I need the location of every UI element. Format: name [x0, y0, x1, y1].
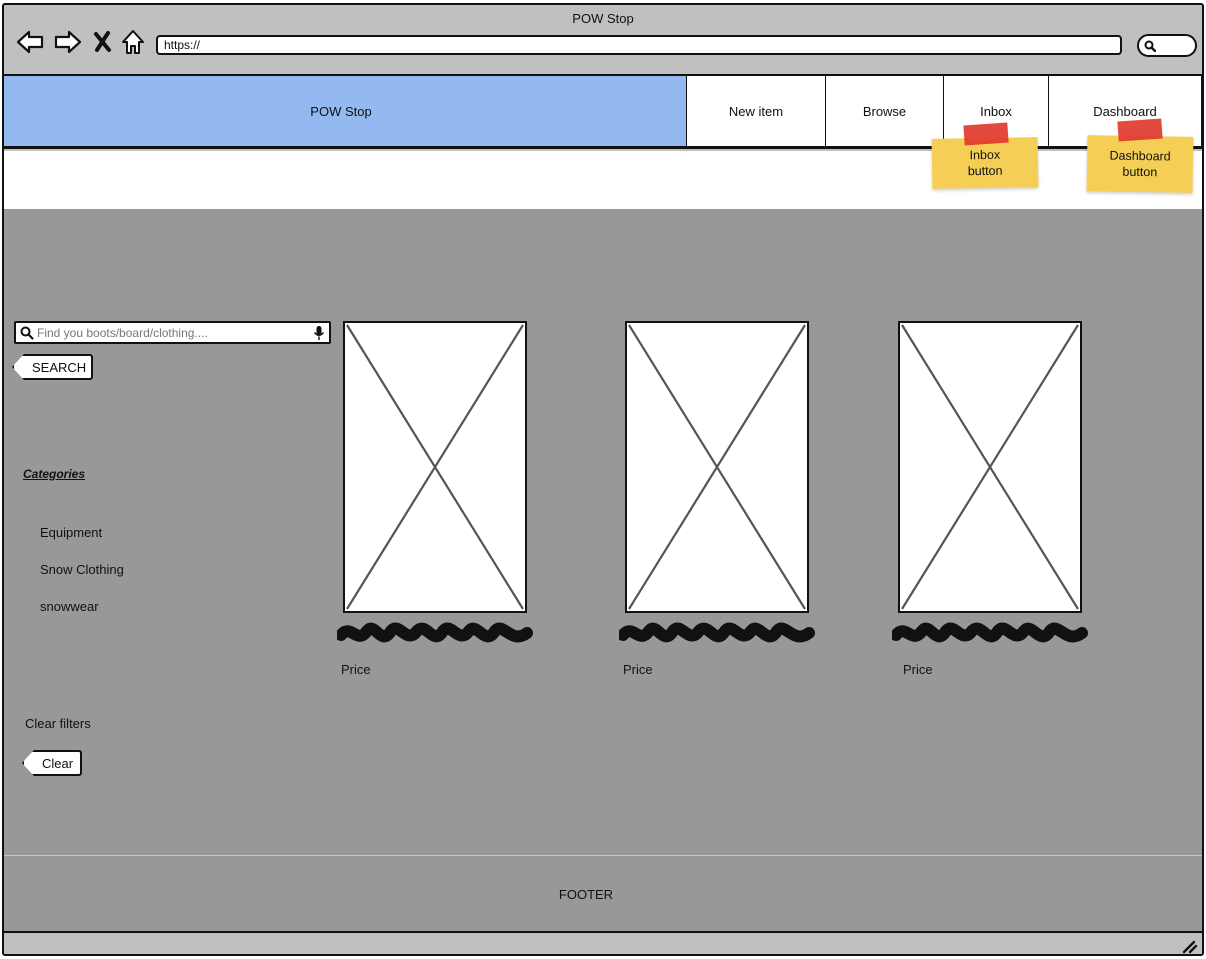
- clear-button[interactable]: Clear: [22, 750, 82, 776]
- browser-search-box[interactable]: [1137, 34, 1197, 57]
- annotation-tape: [1117, 118, 1163, 142]
- annotation-text-line2: button: [967, 163, 1003, 179]
- placeholder-image-icon: [901, 324, 1079, 610]
- search-button[interactable]: SEARCH: [12, 354, 93, 380]
- product-price: Price: [341, 662, 371, 677]
- annotation-text-line1: Inbox: [969, 147, 1001, 163]
- product-image-placeholder: [625, 321, 809, 613]
- annotation-text-line1: Dashboard: [1109, 148, 1171, 164]
- categories-heading: Categories: [23, 467, 86, 481]
- product-image-placeholder: [343, 321, 527, 613]
- category-snowwear[interactable]: snowwear: [40, 599, 99, 614]
- product-price: Price: [903, 662, 933, 677]
- clear-filters-label: Clear filters: [25, 716, 91, 731]
- url-bar[interactable]: https://: [156, 35, 1122, 55]
- placeholder-image-icon: [346, 324, 524, 610]
- annotation-sticky-inbox: Inbox button: [931, 137, 1039, 189]
- microphone-icon[interactable]: [313, 325, 325, 341]
- main-content: SEARCH Categories Equipment Snow Clothin…: [4, 209, 1202, 855]
- close-x-icon[interactable]: [92, 29, 114, 55]
- search-input[interactable]: [35, 323, 313, 342]
- browser-chrome: POW Stop https://: [4, 5, 1202, 76]
- window-title: POW Stop: [572, 11, 634, 26]
- search-icon: [20, 326, 34, 340]
- category-snow-clothing[interactable]: Snow Clothing: [40, 562, 124, 577]
- placeholder-image-icon: [628, 324, 806, 610]
- product-search-field[interactable]: [14, 321, 331, 344]
- product-title-scribble: [892, 622, 1088, 643]
- status-bar: [4, 931, 1202, 954]
- forward-arrow-icon[interactable]: [54, 29, 82, 55]
- annotation-sticky-dashboard: Dashboard button: [1086, 135, 1194, 193]
- resize-grip-icon[interactable]: [1182, 940, 1198, 954]
- category-equipment[interactable]: Equipment: [40, 525, 102, 540]
- product-title-scribble: [619, 622, 815, 643]
- product-price: Price: [623, 662, 653, 677]
- product-image-placeholder: [898, 321, 1082, 613]
- annotation-text-line2: button: [1122, 164, 1158, 180]
- brand-logo[interactable]: POW Stop: [4, 76, 687, 146]
- nav-browse-button[interactable]: Browse: [826, 76, 944, 146]
- nav-new-item-button[interactable]: New item: [687, 76, 826, 146]
- back-arrow-icon[interactable]: [16, 29, 44, 55]
- footer: FOOTER: [4, 855, 1202, 932]
- home-icon[interactable]: [120, 29, 146, 55]
- product-title-scribble: [337, 622, 533, 643]
- annotation-tape: [963, 122, 1009, 146]
- search-icon: [1144, 40, 1156, 52]
